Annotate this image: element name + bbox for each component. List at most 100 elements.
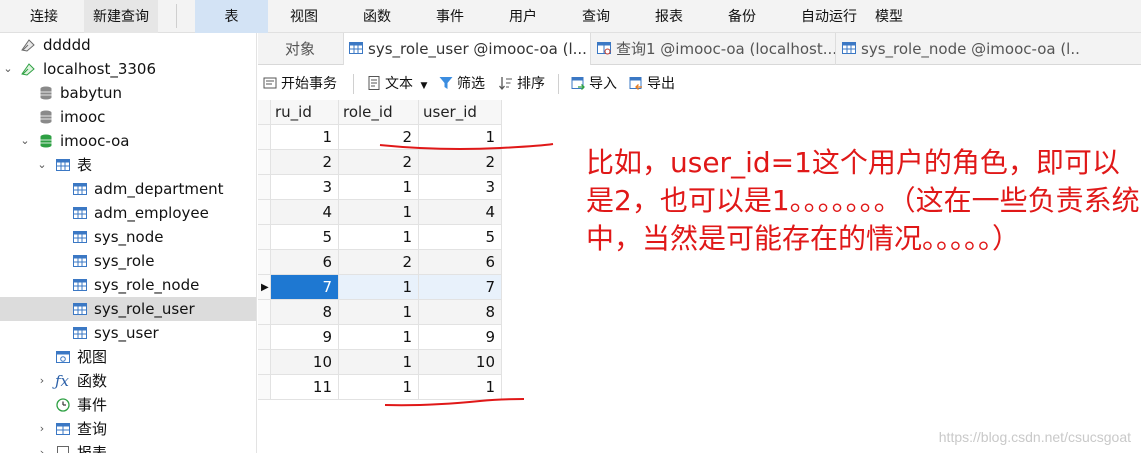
cell-role-id[interactable]: 2 (339, 250, 419, 275)
cell-ru-id[interactable]: 3 (271, 175, 339, 200)
column-header-role-id[interactable]: role_id (339, 100, 419, 125)
cell-ru-id[interactable]: 7 (271, 275, 339, 300)
toolbar-event-button[interactable]: 事件 (422, 0, 478, 33)
cell-user-id[interactable]: 9 (419, 325, 502, 350)
toolbar-connect-button[interactable]: 连接 (16, 0, 72, 33)
toolbar-user-button[interactable]: 用户 (495, 0, 551, 33)
chevron-right-icon[interactable]: › (36, 369, 48, 393)
tree-item-table-sys-role-node[interactable]: sys_role_node (0, 273, 256, 297)
tab-bar: 对象 sys_role_user @imooc-oa (l... 查询1 @im… (258, 33, 1141, 65)
cell-role-id[interactable]: 1 (339, 325, 419, 350)
cell-user-id[interactable]: 4 (419, 200, 502, 225)
tree-item-queries-folder[interactable]: › 查询 (0, 417, 256, 441)
tree-item-reports-folder[interactable]: › 报表 (0, 441, 256, 453)
row-selector[interactable] (258, 225, 271, 250)
cell-ru-id[interactable]: 6 (271, 250, 339, 275)
cell-role-id[interactable]: 1 (339, 300, 419, 325)
cell-ru-id[interactable]: 1 (271, 125, 339, 150)
tree-item-db-imooc[interactable]: imooc (0, 105, 256, 129)
tree-item-table-adm-employee[interactable]: adm_employee (0, 201, 256, 225)
toolbar-report-button[interactable]: 报表 (641, 0, 697, 33)
toolbar-backup-button[interactable]: 备份 (714, 0, 770, 33)
cell-ru-id[interactable]: 5 (271, 225, 339, 250)
tree-item-table-sys-node[interactable]: sys_node (0, 225, 256, 249)
table-icon (56, 159, 70, 171)
cell-role-id[interactable]: 1 (339, 375, 419, 400)
row-selector[interactable] (258, 200, 271, 225)
toolbar-new-query-button[interactable]: 新建查询 (84, 0, 158, 33)
chevron-right-icon[interactable]: › (36, 441, 48, 453)
tree-item-connection-localhost[interactable]: ⌄ localhost_3306 (0, 57, 256, 81)
chevron-down-icon[interactable]: ⌄ (2, 57, 14, 81)
cell-user-id[interactable]: 6 (419, 250, 502, 275)
cell-ru-id[interactable]: 2 (271, 150, 339, 175)
toolbar-view-button[interactable]: 视图 (276, 0, 332, 33)
text-view-button[interactable]: 文本 ▼ (366, 74, 427, 94)
cell-user-id[interactable]: 5 (419, 225, 502, 250)
tree-item-label: sys_role_user (94, 300, 195, 318)
column-header-ru-id[interactable]: ru_id (271, 100, 339, 125)
tree-item-views-folder[interactable]: 视图 (0, 345, 256, 369)
tree-item-table-sys-role-user[interactable]: sys_role_user (0, 297, 256, 321)
cell-ru-id[interactable]: 8 (271, 300, 339, 325)
tab-sys-role-node[interactable]: sys_role_node @imooc-oa (l... (837, 33, 1081, 65)
report-icon (57, 446, 69, 453)
import-button[interactable]: 导入 (570, 74, 617, 94)
row-selector[interactable] (258, 300, 271, 325)
tree-item-label: imooc (60, 108, 106, 126)
cell-ru-id[interactable]: 10 (271, 350, 339, 375)
tab-query1[interactable]: 查询1 @imooc-oa (localhost... (592, 33, 836, 65)
import-label: 导入 (589, 76, 617, 92)
tree-item-db-babytun[interactable]: babytun (0, 81, 256, 105)
cell-user-id[interactable]: 8 (419, 300, 502, 325)
tree-item-db-imooc-oa[interactable]: ⌄ imooc-oa (0, 129, 256, 153)
cell-ru-id[interactable]: 11 (271, 375, 339, 400)
filter-button[interactable]: 筛选 (438, 74, 485, 94)
toolbar-query-button[interactable]: 查询 (568, 0, 624, 33)
row-selector[interactable] (258, 325, 271, 350)
cell-role-id[interactable]: 1 (339, 350, 419, 375)
cell-user-id[interactable]: 1 (419, 375, 502, 400)
cell-user-id[interactable]: 7 (419, 275, 502, 300)
cell-user-id[interactable]: 2 (419, 150, 502, 175)
chevron-down-icon[interactable]: ⌄ (36, 153, 48, 177)
tree-item-table-sys-user[interactable]: sys_user (0, 321, 256, 345)
row-selector[interactable] (258, 350, 271, 375)
toolbar-model-button[interactable]: 模型 (861, 0, 917, 33)
cell-user-id[interactable]: 10 (419, 350, 502, 375)
sort-button[interactable]: 排序 (498, 74, 545, 94)
cell-role-id[interactable]: 1 (339, 200, 419, 225)
cell-user-id[interactable]: 3 (419, 175, 502, 200)
row-selector[interactable] (258, 250, 271, 275)
cell-role-id[interactable]: 2 (339, 150, 419, 175)
export-button[interactable]: 导出 (628, 74, 675, 94)
toolbar-table-button[interactable]: 表 (195, 0, 268, 33)
cell-role-id[interactable]: 2 (339, 125, 419, 150)
tab-sys-role-user[interactable]: sys_role_user @imooc-oa (l... (343, 33, 591, 65)
cell-role-id[interactable]: 1 (339, 275, 419, 300)
chevron-right-icon[interactable]: › (36, 417, 48, 441)
tree-item-connection-ddddd[interactable]: ddddd (0, 33, 256, 57)
row-selector[interactable] (258, 150, 271, 175)
row-selector[interactable] (258, 175, 271, 200)
toolbar-function-button[interactable]: 函数 (349, 0, 405, 33)
tab-objects[interactable]: 对象 (258, 33, 342, 65)
tree-item-table-sys-role[interactable]: sys_role (0, 249, 256, 273)
row-selector[interactable]: ▶ (258, 275, 271, 300)
column-header-user-id[interactable]: user_id (419, 100, 502, 125)
cell-ru-id[interactable]: 4 (271, 200, 339, 225)
chevron-down-icon[interactable]: ⌄ (19, 129, 31, 153)
tree-item-label: sys_role_node (94, 276, 200, 294)
cell-ru-id[interactable]: 9 (271, 325, 339, 350)
begin-transaction-button[interactable]: 开始事务 (262, 74, 337, 94)
row-selector[interactable] (258, 375, 271, 400)
cell-user-id[interactable]: 1 (419, 125, 502, 150)
tree-item-tables-folder[interactable]: ⌄ 表 (0, 153, 256, 177)
cell-role-id[interactable]: 1 (339, 175, 419, 200)
tree-item-functions-folder[interactable]: › ƒx 函数 (0, 369, 256, 393)
row-selector[interactable] (258, 125, 271, 150)
table-icon (73, 255, 87, 267)
tree-item-events-folder[interactable]: 事件 (0, 393, 256, 417)
tree-item-table-adm-department[interactable]: adm_department (0, 177, 256, 201)
cell-role-id[interactable]: 1 (339, 225, 419, 250)
